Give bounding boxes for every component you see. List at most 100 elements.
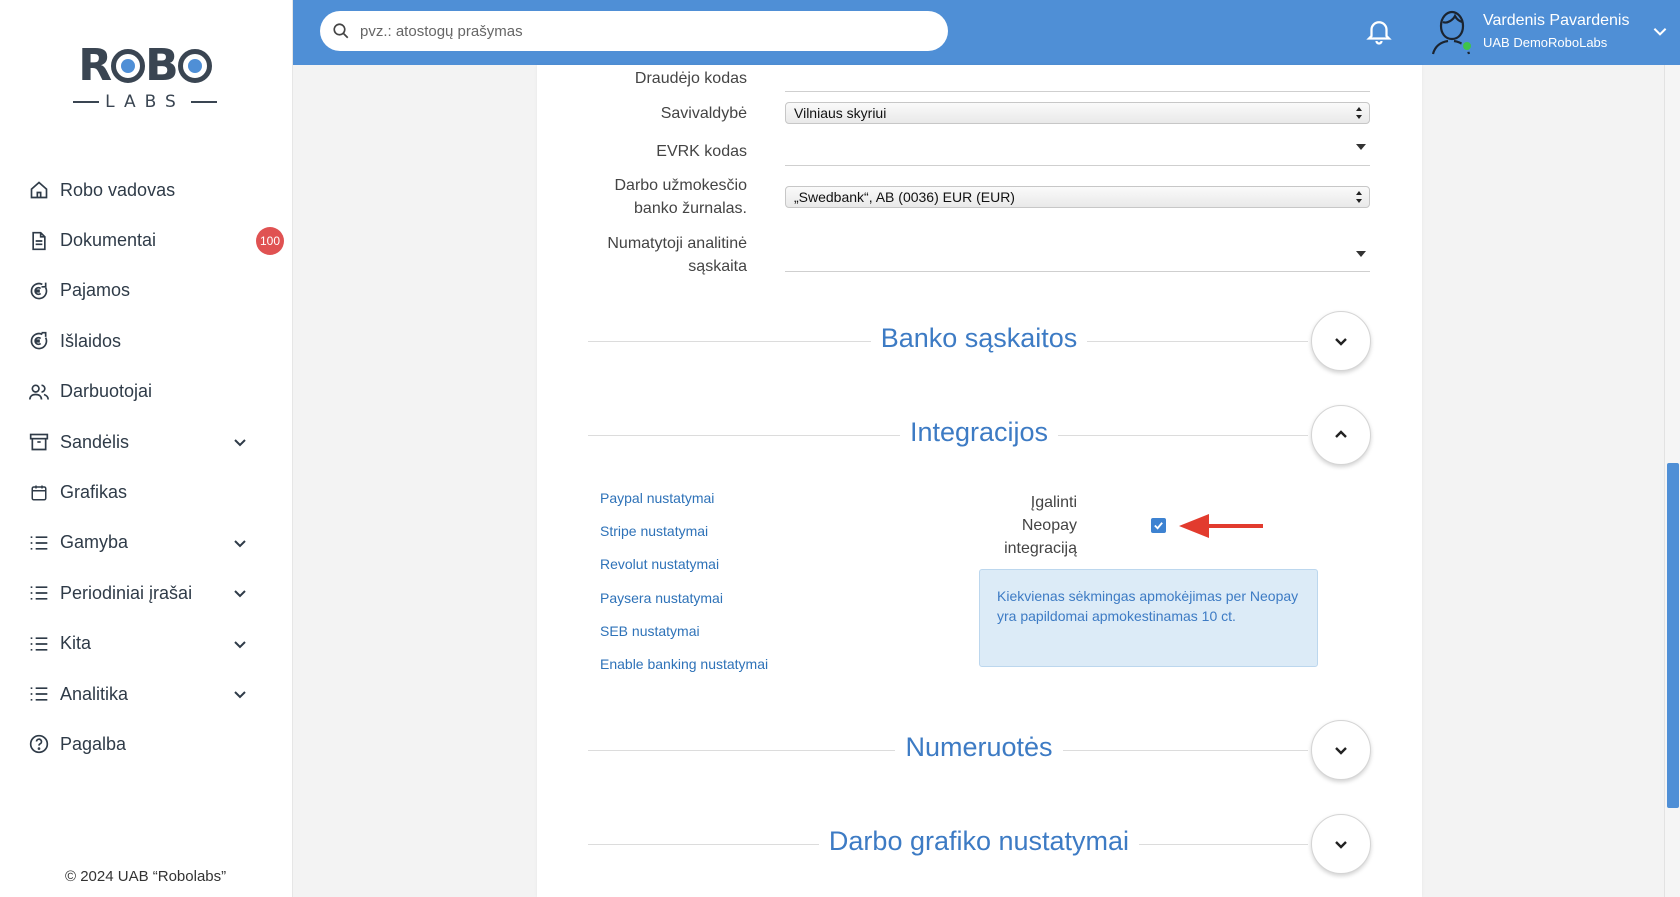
search-input[interactable] bbox=[360, 22, 920, 40]
sidebar-item-label: Išlaidos bbox=[60, 330, 122, 351]
chevron-down-icon[interactable] bbox=[232, 434, 248, 450]
sidebar-item-robo-vadovas[interactable]: Robo vadovas bbox=[0, 165, 293, 215]
sidebar-item-label: Grafikas bbox=[60, 482, 128, 503]
sidebar: RB LABS Robo vadovas Dokumentai 100 Paja… bbox=[0, 0, 293, 897]
user-name[interactable]: Vardenis Pavardenis bbox=[1483, 12, 1629, 30]
evrk-select[interactable] bbox=[785, 165, 1370, 166]
field-label: Savivaldybė bbox=[660, 105, 747, 122]
section-integracijos: Integracijos bbox=[588, 405, 1371, 465]
section-numeruotes: Numeruotės bbox=[588, 720, 1371, 780]
stripe-settings-link[interactable]: Stripe nustatymai bbox=[600, 521, 768, 554]
section-title: Numeruotės bbox=[588, 732, 1370, 763]
section-divider bbox=[588, 435, 1308, 436]
sidebar-item-gamyba[interactable]: Gamyba bbox=[0, 518, 293, 568]
sidebar-item-pagalba[interactable]: Pagalba bbox=[0, 719, 293, 769]
chevron-down-icon[interactable] bbox=[232, 686, 248, 702]
user-company[interactable]: UAB DemoRoboLabs bbox=[1483, 35, 1607, 50]
collapse-integracijos-button[interactable] bbox=[1311, 405, 1371, 465]
chevron-up-icon bbox=[1335, 430, 1347, 438]
savivaldybe-select[interactable]: Vilniaus skyriui bbox=[785, 102, 1370, 124]
checkmark-icon bbox=[1154, 522, 1163, 530]
analitine-saskaita-select[interactable] bbox=[785, 271, 1370, 272]
logo-text-bottom: LABS bbox=[70, 92, 220, 112]
sidebar-item-darbuotojai[interactable]: Darbuotojai bbox=[0, 367, 293, 417]
neopay-info-box: Kiekvienas sėkmingas apmokėjimas per Neo… bbox=[979, 569, 1318, 667]
search-icon bbox=[333, 23, 349, 39]
neopay-enable-checkbox[interactable] bbox=[1151, 518, 1166, 533]
top-header: Vardenis Pavardenis UAB DemoRoboLabs bbox=[293, 0, 1680, 65]
field-label: Draudėjo kodas bbox=[634, 70, 747, 87]
expand-darbo-grafiko-button[interactable] bbox=[1311, 814, 1371, 874]
chevron-down-icon bbox=[1335, 747, 1347, 755]
paysera-settings-link[interactable]: Paysera nustatymai bbox=[600, 588, 768, 621]
section-divider bbox=[588, 844, 1308, 845]
paypal-settings-link[interactable]: Paypal nustatymai bbox=[600, 488, 768, 521]
logo-text-top: RB bbox=[70, 44, 220, 88]
sidebar-item-sandelis[interactable]: Sandėlis bbox=[0, 417, 293, 467]
sidebar-item-islaidos[interactable]: Išlaidos bbox=[0, 316, 293, 366]
list-icon bbox=[28, 633, 50, 655]
neopay-enable-label: Įgalinti Neopay integraciją bbox=[1004, 494, 1077, 557]
section-title: Banko sąskaitos bbox=[588, 323, 1370, 354]
integration-links: Paypal nustatymai Stripe nustatymai Revo… bbox=[600, 488, 768, 687]
online-status-dot bbox=[1461, 40, 1473, 52]
sidebar-item-grafikas[interactable]: Grafikas bbox=[0, 467, 293, 517]
section-divider bbox=[588, 341, 1308, 342]
select-arrows-icon bbox=[1356, 191, 1362, 203]
sidebar-item-label: Kita bbox=[60, 633, 92, 654]
list-icon bbox=[28, 683, 50, 705]
caret-down-icon[interactable] bbox=[1356, 144, 1366, 150]
copyright-text: © 2024 UAB “Robolabs” bbox=[65, 868, 227, 885]
field-label: Numatytoji analitinė sąskaita bbox=[607, 235, 747, 275]
sidebar-item-label: Periodiniai įrašai bbox=[60, 582, 193, 603]
euro-expense-icon bbox=[28, 330, 50, 352]
chevron-down-icon[interactable] bbox=[1651, 22, 1669, 40]
chevron-down-icon[interactable] bbox=[232, 535, 248, 551]
sidebar-item-kita[interactable]: Kita bbox=[0, 619, 293, 669]
caret-down-icon[interactable] bbox=[1356, 251, 1366, 257]
archive-icon bbox=[28, 431, 50, 453]
section-banko-saskaitos: Banko sąskaitos bbox=[588, 311, 1371, 371]
chevron-down-icon[interactable] bbox=[232, 585, 248, 601]
expand-banko-saskaitos-button[interactable] bbox=[1311, 311, 1371, 371]
search-bar[interactable] bbox=[320, 11, 948, 51]
user-avatar[interactable] bbox=[1429, 8, 1473, 56]
field-label: Darbo užmokesčio banko žurnalas. bbox=[614, 177, 748, 217]
page-scrollbar[interactable] bbox=[1664, 65, 1680, 897]
sidebar-item-label: Sandėlis bbox=[60, 431, 130, 452]
select-value: „Swedbank“, AB (0036) EUR (EUR) bbox=[794, 189, 1015, 205]
sidebar-item-label: Analitika bbox=[60, 683, 129, 704]
settings-card: Draudėjo kodas Savivaldybė Vilniaus skyr… bbox=[537, 65, 1422, 897]
document-icon bbox=[28, 230, 50, 252]
sidebar-item-label: Pagalba bbox=[60, 733, 127, 754]
banko-zurnalas-select[interactable]: „Swedbank“, AB (0036) EUR (EUR) bbox=[785, 186, 1370, 208]
euro-income-icon bbox=[28, 280, 50, 302]
chevron-down-icon bbox=[1335, 338, 1347, 346]
notification-bell-icon[interactable] bbox=[1364, 16, 1394, 46]
chevron-down-icon[interactable] bbox=[232, 636, 248, 652]
chevron-down-icon bbox=[1335, 841, 1347, 849]
enable-banking-settings-link[interactable]: Enable banking nustatymai bbox=[600, 654, 768, 687]
select-arrows-icon bbox=[1356, 107, 1362, 119]
section-darbo-grafiko-nustatymai: Darbo grafiko nustatymai bbox=[588, 814, 1371, 874]
sidebar-item-dokumentai[interactable]: Dokumentai 100 bbox=[0, 215, 293, 265]
sidebar-item-label: Robo vadovas bbox=[60, 179, 176, 200]
field-label: EVRK kodas bbox=[656, 143, 747, 160]
expand-numeruotes-button[interactable] bbox=[1311, 720, 1371, 780]
revolut-settings-link[interactable]: Revolut nustatymai bbox=[600, 554, 768, 587]
robolabs-logo[interactable]: RB LABS bbox=[70, 44, 220, 116]
documents-count-badge: 100 bbox=[256, 226, 284, 255]
sidebar-item-pajamos[interactable]: Pajamos bbox=[0, 266, 293, 316]
draudejo-kodas-input[interactable] bbox=[785, 91, 1370, 92]
sidebar-item-label: Darbuotojai bbox=[60, 381, 153, 402]
list-icon bbox=[28, 532, 50, 554]
scrollbar-thumb[interactable] bbox=[1667, 463, 1679, 808]
select-value: Vilniaus skyriui bbox=[794, 105, 887, 121]
section-title: Integracijos bbox=[588, 417, 1370, 448]
seb-settings-link[interactable]: SEB nustatymai bbox=[600, 621, 768, 654]
sidebar-nav: Robo vadovas Dokumentai 100 Pajamos Išla… bbox=[0, 165, 293, 770]
help-icon bbox=[28, 733, 50, 755]
users-icon bbox=[28, 381, 50, 403]
sidebar-item-analitika[interactable]: Analitika bbox=[0, 669, 293, 719]
sidebar-item-periodiniai-irasai[interactable]: Periodiniai įrašai bbox=[0, 568, 293, 618]
